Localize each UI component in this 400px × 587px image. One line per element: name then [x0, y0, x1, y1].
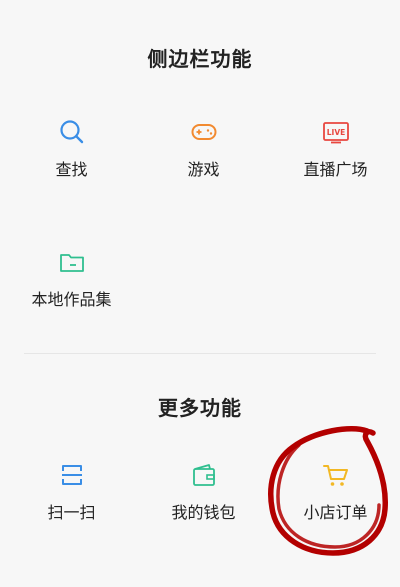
search-icon: [58, 118, 86, 146]
feature-item-label: 本地作品集: [31, 290, 112, 309]
feature-item-label: 查找: [55, 160, 88, 179]
feature-item-games[interactable]: 游戏: [137, 118, 270, 198]
feature-item-shop-orders[interactable]: 小店订单: [269, 461, 400, 541]
feature-item-label: 游戏: [187, 160, 220, 179]
feature-item-scan[interactable]: 扫一扫: [5, 461, 138, 541]
folder-icon: [58, 248, 86, 276]
feature-item-label: 我的钱包: [171, 503, 236, 522]
feature-item-search[interactable]: 查找: [5, 118, 138, 198]
feature-item-label: 小店订单: [303, 503, 368, 522]
feature-item-wallet[interactable]: 我的钱包: [137, 461, 270, 541]
feature-item-local-works[interactable]: 本地作品集: [5, 248, 138, 328]
more-section-title: 更多功能: [158, 396, 242, 420]
sidebar-section-title: 侧边栏功能: [147, 47, 253, 71]
cart-icon: [322, 461, 350, 489]
feature-item-label: 直播广场: [303, 160, 368, 179]
feature-item-live-plaza[interactable]: LIVE 直播广场: [269, 118, 400, 198]
scan-icon: [58, 461, 86, 489]
feature-item-label: 扫一扫: [47, 503, 96, 522]
wallet-icon: [190, 461, 218, 489]
section-divider: [24, 353, 376, 354]
gamepad-icon: [190, 118, 218, 146]
live-icon: LIVE: [322, 118, 350, 146]
live-icon-text: LIVE: [326, 128, 345, 137]
